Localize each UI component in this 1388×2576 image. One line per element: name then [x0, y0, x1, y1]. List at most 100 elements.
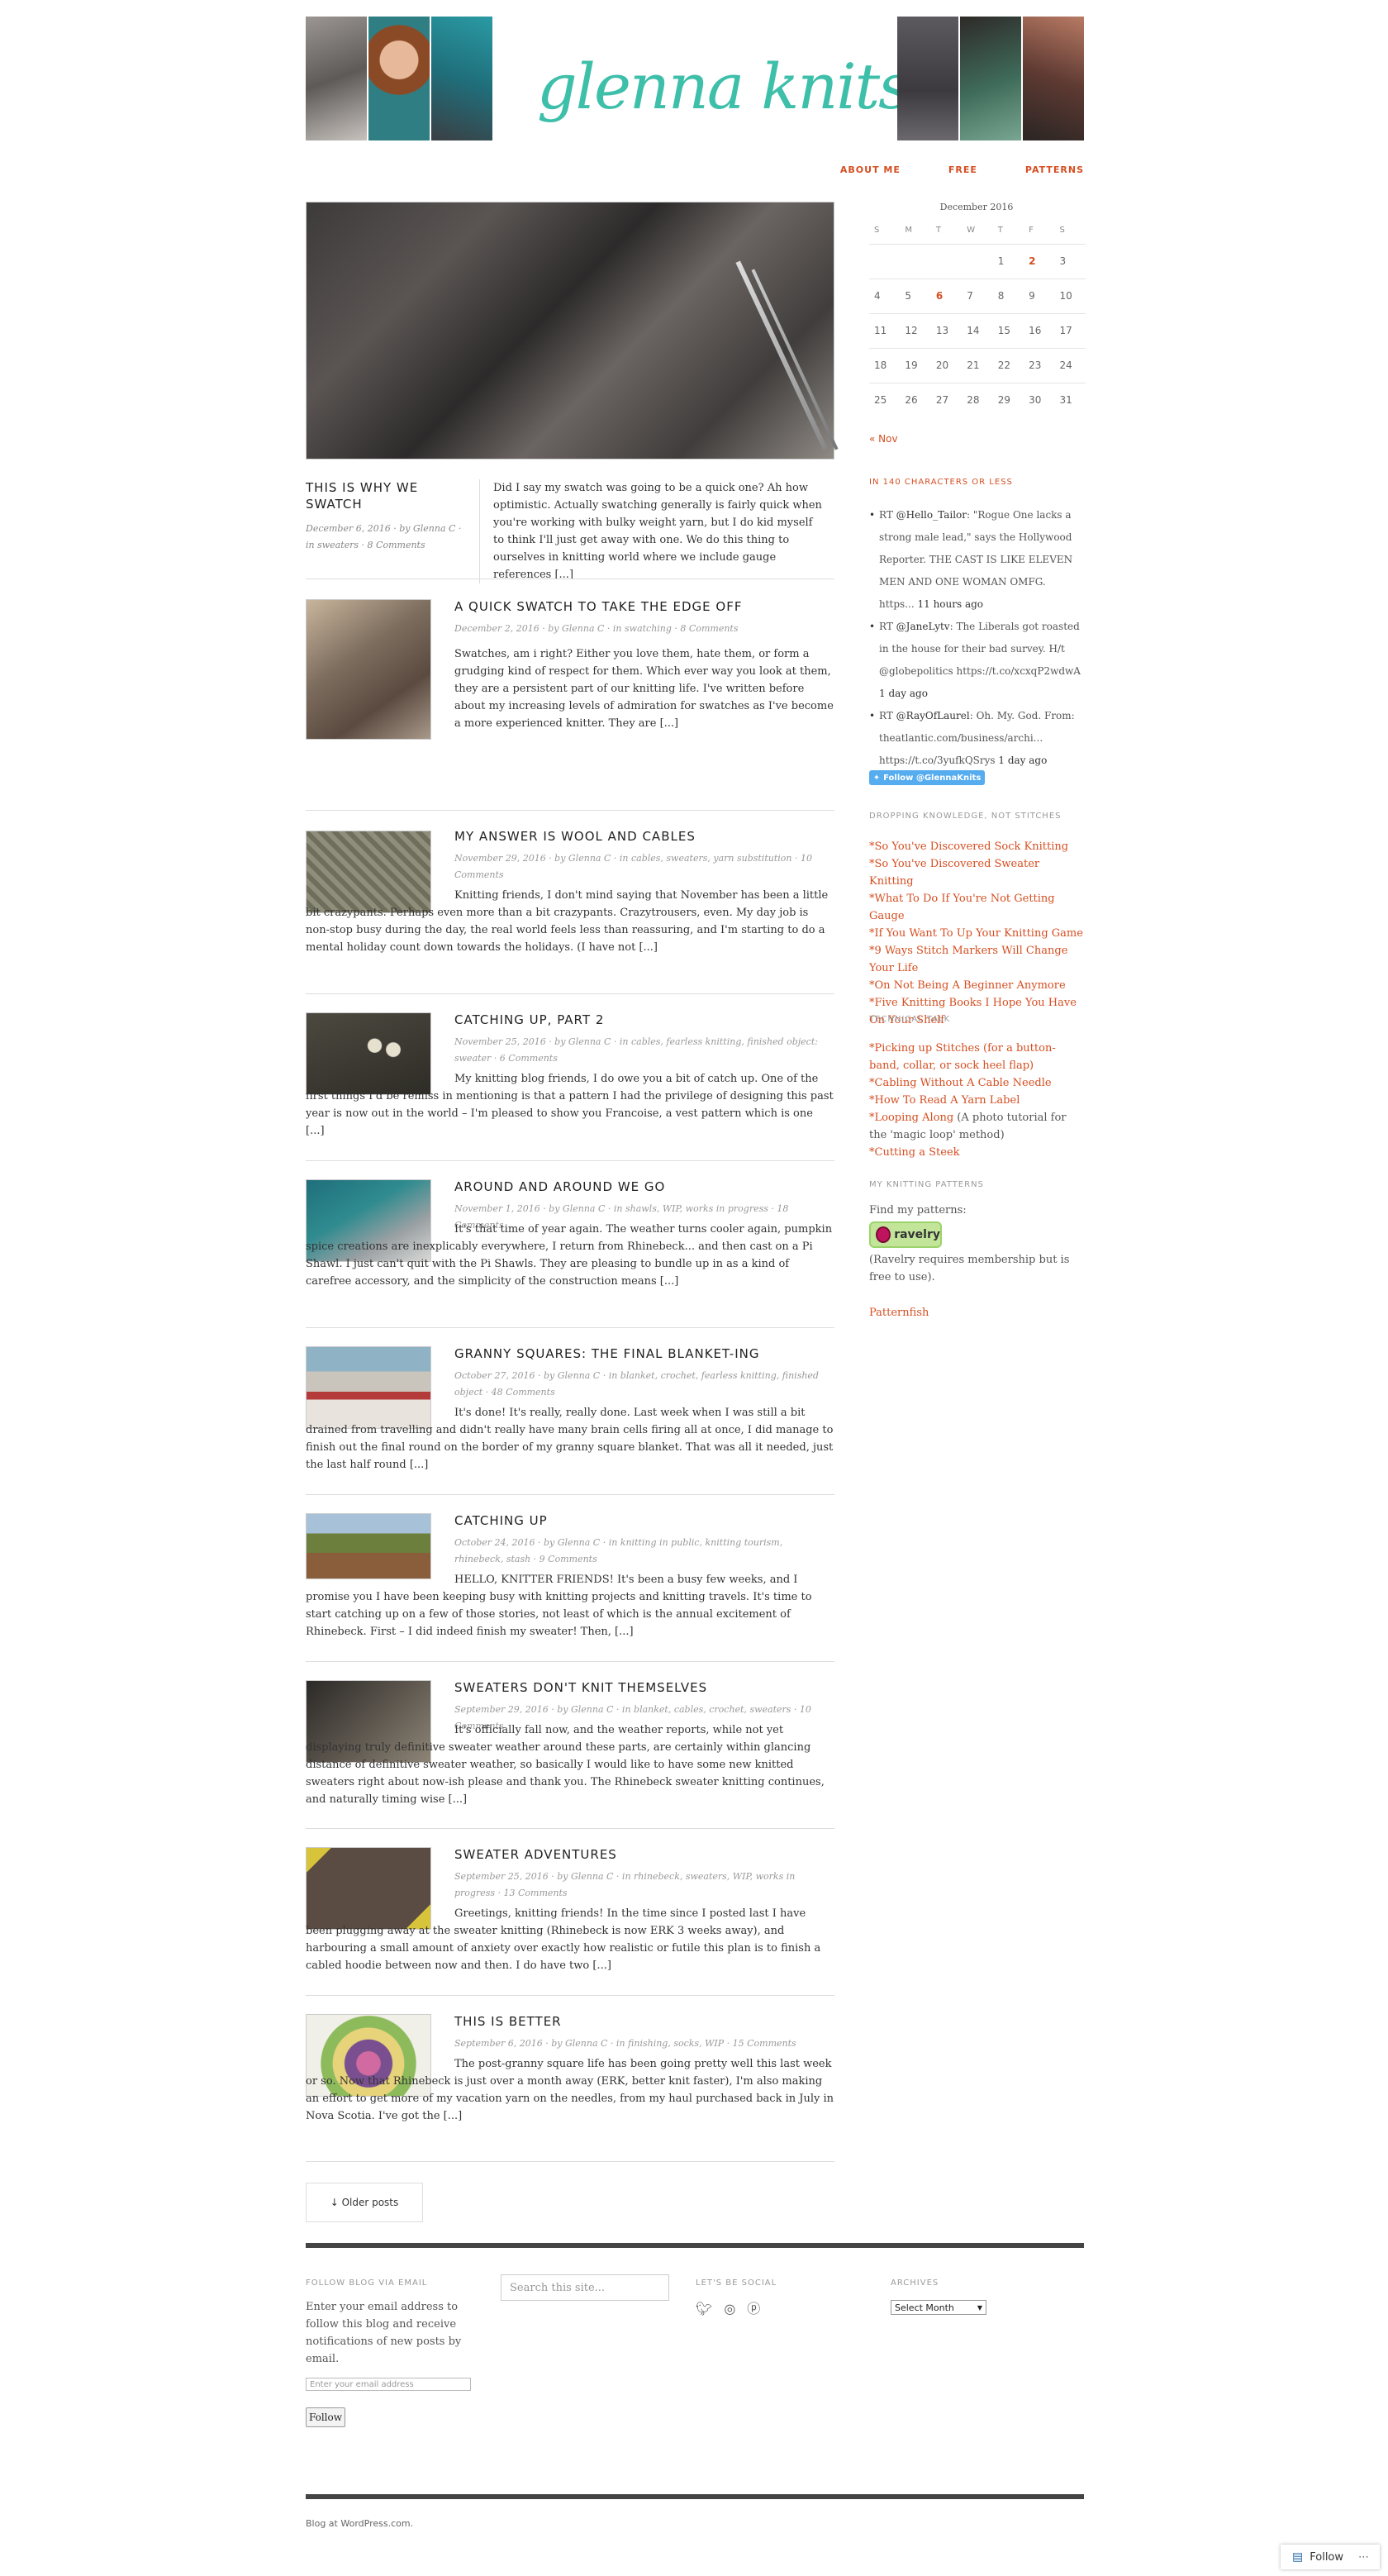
dropping-link[interactable]: *What To Do If You're Not Getting Gauge	[869, 893, 1055, 922]
post-item: CATCHING UP, PART 2 November 25, 2016 · …	[306, 993, 834, 1160]
email-widget-text: Enter your email address to follow this …	[306, 2301, 462, 2365]
patternfish-link[interactable]: Patternfish	[869, 1307, 929, 1319]
dropping-link[interactable]: *On Not Being A Beginner Anymore	[869, 979, 1066, 992]
post-item: CATCHING UP October 24, 2016 · by Glenna…	[306, 1494, 834, 1661]
tweet-list: RT @Hello_Tailor: "Rogue One lacks a str…	[869, 504, 1084, 772]
calendar-day: 8	[992, 278, 1024, 313]
post-excerpt: Greetings, knitting friends! In the time…	[306, 1907, 821, 1972]
dropping-link[interactable]: *9 Ways Stitch Markers Will Change Your …	[869, 945, 1067, 974]
dropping-link[interactable]: *If You Want To Up Your Knitting Game	[869, 927, 1083, 940]
post-excerpt: It's done! It's really, really done. Las…	[306, 1407, 834, 1471]
post-excerpt: The post-granny square life has been goi…	[306, 2058, 834, 2122]
wp-follow-label: Follow	[1310, 2550, 1344, 2564]
tweet-time[interactable]: 1 day ago	[879, 688, 928, 699]
site-logo[interactable]: glenna knits	[537, 50, 910, 123]
twitter-follow-button[interactable]: ✦ Follow @GlennaKnits	[869, 770, 985, 785]
post-item: GRANNY SQUARES: THE FINAL BLANKET-ING Oc…	[306, 1327, 834, 1494]
tweet-handle[interactable]: @JaneLytv	[896, 621, 950, 632]
post-title[interactable]: MY ANSWER IS WOOL AND CABLES	[454, 829, 696, 844]
header-photo-needles	[1023, 17, 1084, 140]
post-item: AROUND AND AROUND WE GO November 1, 2016…	[306, 1160, 834, 1327]
site-header: glenna knits	[306, 17, 1084, 140]
calendar-empty-cell	[900, 243, 931, 279]
post-title[interactable]: GRANNY SQUARES: THE FINAL BLANKET-ING	[454, 1346, 759, 1361]
post-meta: September 25, 2016 · by Glenna C · in rh…	[454, 1871, 796, 1898]
tweet-prefix: RT	[879, 621, 896, 632]
technical-link[interactable]: *Picking up Stitches (for a button-band,…	[869, 1042, 1056, 1072]
technical-link[interactable]: *Looping Along	[869, 1112, 953, 1124]
needle-graphic	[735, 260, 828, 450]
calendar-day-header: T	[935, 226, 941, 236]
tweet-item: RT @RayOfLaurel: Oh. My. God. From: thea…	[869, 705, 1084, 772]
instagram-icon[interactable]: ◎	[724, 2300, 735, 2317]
ravelry-badge[interactable]: ravelry	[869, 1221, 942, 1248]
archives-select[interactable]: Select Month ▼	[891, 2300, 986, 2315]
calendar-day: 13	[930, 312, 963, 348]
post-title[interactable]: AROUND AND AROUND WE GO	[454, 1179, 665, 1194]
post-meta: October 24, 2016 · by Glenna C · in knit…	[454, 1537, 783, 1564]
calendar-day: 17	[1054, 312, 1086, 348]
calendar-day[interactable]: 2	[1024, 243, 1055, 279]
post-item: A QUICK SWATCH TO TAKE THE EDGE OFF Dece…	[306, 579, 834, 810]
patterns-find-text: Find my patterns:	[869, 1204, 967, 1217]
footer-credit[interactable]: Blog at WordPress.com.	[306, 2518, 413, 2529]
calendar-day: 23	[1024, 347, 1055, 383]
tweet-handle[interactable]: @RayOfLaurel	[896, 710, 970, 721]
calendar-week: 18 19 20 21 22 23 24	[869, 347, 1086, 383]
post-thumbnail[interactable]	[306, 1513, 431, 1579]
wp-follow-button[interactable]: ▤ Follow ⋯	[1281, 2545, 1380, 2569]
search-input[interactable]: Search this site...	[501, 2274, 669, 2301]
calendar-week: 123	[869, 243, 1086, 279]
nav-free[interactable]: FREE	[948, 164, 977, 175]
twitter-widget-title[interactable]: IN 140 CHARACTERS OR LESS	[869, 478, 1013, 487]
post-excerpt: My knitting blog friends, I do owe you a…	[306, 1073, 834, 1137]
tweet-time[interactable]: 11 hours ago	[917, 598, 983, 610]
nav-patterns[interactable]: PATTERNS	[1025, 164, 1084, 175]
technical-links: *Picking up Stitches (for a button-band,…	[869, 1040, 1086, 1161]
calendar: S M T W T F S 1 2 3 4 5 6 7 8 9 10 11 12 13 14 15 16 17 1…	[869, 217, 1086, 417]
ravelry-yarn-ball-icon	[876, 1226, 891, 1243]
featured-image[interactable]	[306, 202, 839, 459]
featured-post-title[interactable]: THIS IS WHY WE SWATCH	[306, 479, 438, 512]
post-title[interactable]: THIS IS BETTER	[454, 2014, 562, 2029]
calendar-day-header: S	[874, 226, 880, 236]
post-title[interactable]: CATCHING UP, PART 2	[454, 1012, 604, 1027]
calendar-prev-month[interactable]: « Nov	[869, 433, 898, 445]
twitter-bird-icon: ✦	[872, 773, 881, 783]
email-follow-button[interactable]: Follow	[306, 2407, 345, 2427]
post-title[interactable]: CATCHING UP	[454, 1513, 548, 1528]
page: glenna knits ABOUT ME FREE PATTERNS THIS…	[306, 0, 1086, 2576]
technical-link[interactable]: *How To Read A Yarn Label	[869, 1094, 1020, 1107]
dropping-link[interactable]: *So You've Discovered Sweater Knitting	[869, 858, 1039, 888]
post-thumbnail[interactable]	[306, 599, 431, 740]
post-title[interactable]: SWEATER ADVENTURES	[454, 1847, 617, 1862]
post-title[interactable]: SWEATERS DON'T KNIT THEMSELVES	[454, 1680, 707, 1695]
calendar-day: 9	[1024, 278, 1055, 313]
email-input[interactable]: Enter your email address	[306, 2378, 471, 2391]
tweet-time[interactable]: 1 day ago	[998, 755, 1047, 766]
follow-reader-icon: ▤	[1292, 2550, 1304, 2564]
dropping-links: *So You've Discovered Sock Knitting *So …	[869, 838, 1086, 1029]
older-posts-button[interactable]: ↓ Older posts	[306, 2183, 423, 2222]
dropping-link[interactable]: *So You've Discovered Sock Knitting	[869, 840, 1068, 853]
needle-graphic	[751, 269, 839, 450]
calendar-empty-cell	[962, 243, 993, 279]
calendar-day[interactable]: 6	[930, 278, 963, 313]
chevron-down-icon: ▼	[977, 2303, 982, 2312]
more-options-icon[interactable]: ⋯	[1358, 2551, 1369, 2564]
technical-link[interactable]: *Cabling Without A Cable Needle	[869, 1077, 1052, 1089]
twitter-icon[interactable]: 🐦︎	[696, 2300, 712, 2317]
technical-link[interactable]: *Cutting a Steek	[869, 1146, 960, 1159]
calendar-day: 21	[962, 347, 993, 383]
pinterest-icon[interactable]: ⓟ	[747, 2300, 760, 2317]
header-photo-portrait	[368, 17, 430, 140]
tweet-handle[interactable]: @Hello_Tailor	[896, 509, 967, 521]
calendar-day: 7	[962, 278, 993, 313]
post-title[interactable]: A QUICK SWATCH TO TAKE THE EDGE OFF	[454, 599, 742, 614]
nav-about-me[interactable]: ABOUT ME	[840, 164, 901, 175]
ravelry-label: ravelry	[894, 1228, 940, 1241]
post-meta: December 2, 2016 · by Glenna C · in swat…	[454, 623, 739, 634]
header-photo-yarn	[306, 17, 367, 140]
calendar-day: 25	[869, 382, 901, 417]
sidebar: December 2016 S M T W T F S 1 2 3 4 5 6 7 8 9 10 1…	[869, 202, 1086, 1319]
